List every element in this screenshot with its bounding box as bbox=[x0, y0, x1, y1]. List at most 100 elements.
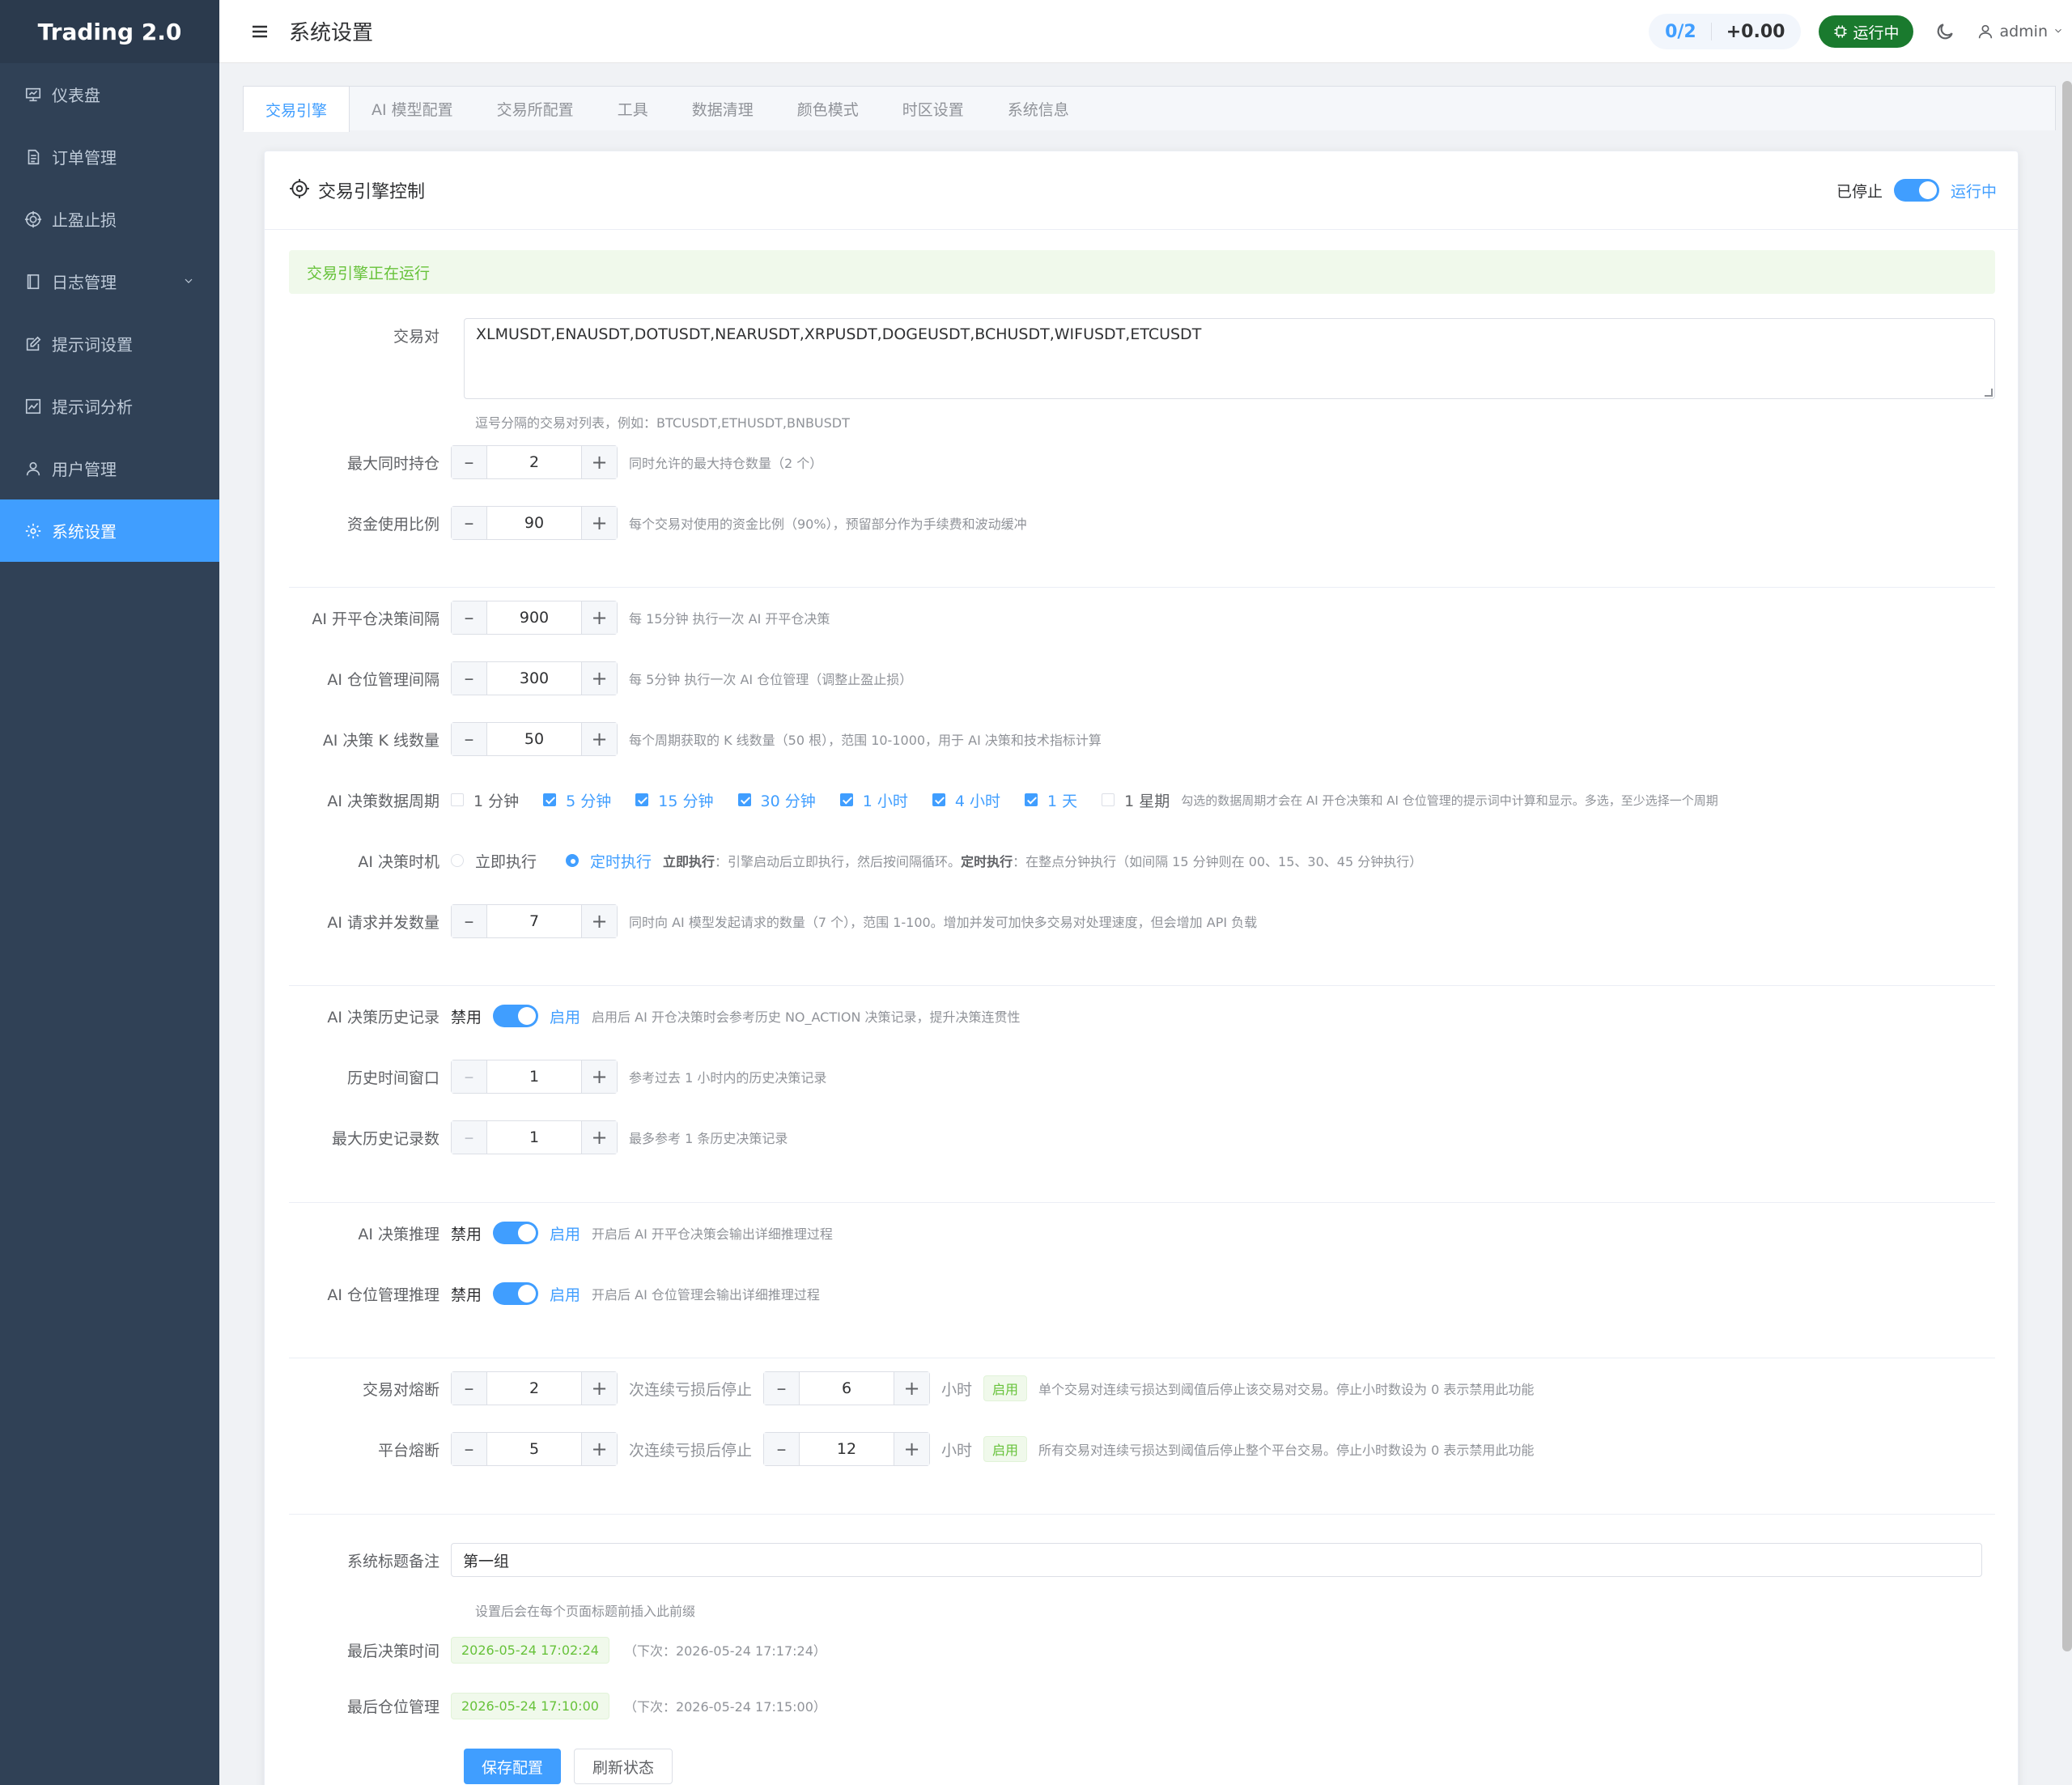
menu-toggle-icon[interactable] bbox=[250, 22, 270, 41]
sidebar-item-orders[interactable]: 订单管理 bbox=[0, 125, 219, 188]
sidebar-item-prompt-analysis[interactable]: 提示词分析 bbox=[0, 375, 219, 437]
checkbox-box[interactable] bbox=[1025, 793, 1038, 806]
tab-ai-model[interactable]: AI 模型配置 bbox=[350, 87, 475, 130]
period-checkbox-1h[interactable]: 1 小时 bbox=[839, 789, 908, 811]
engine-status-button[interactable]: 运行中 bbox=[1819, 15, 1914, 48]
user-menu[interactable]: admin bbox=[1976, 23, 2064, 40]
checkbox-box[interactable] bbox=[1102, 793, 1115, 806]
decrement-button[interactable]: – bbox=[452, 662, 487, 695]
decrement-button[interactable]: – bbox=[452, 723, 487, 755]
sidebar-item-tpsl[interactable]: 止盈止损 bbox=[0, 188, 219, 250]
moon-icon[interactable] bbox=[1934, 21, 1955, 42]
sidebar-item-label: 日志管理 bbox=[52, 273, 117, 292]
increment-button[interactable]: + bbox=[581, 723, 617, 755]
radio-dot[interactable] bbox=[566, 854, 580, 867]
increment-button[interactable]: + bbox=[581, 1433, 617, 1465]
page-title: 系统设置 bbox=[289, 21, 374, 45]
switch-off-label: 禁用 bbox=[451, 1225, 482, 1243]
resize-handle[interactable] bbox=[1985, 389, 1993, 397]
engine-switch-group: 已停止 运行中 bbox=[1836, 179, 1997, 202]
decrement-button[interactable]: – bbox=[764, 1433, 800, 1465]
engine-toggle[interactable] bbox=[1893, 179, 1939, 202]
positions-pnl-pill[interactable]: 0/2 +0.00 bbox=[1649, 14, 1802, 49]
tab-system-info[interactable]: 系统信息 bbox=[986, 87, 1091, 130]
user-icon bbox=[24, 460, 42, 478]
increment-button[interactable]: + bbox=[894, 1372, 930, 1405]
stepper-value[interactable]: 5 bbox=[487, 1433, 581, 1465]
decrement-button[interactable]: – bbox=[452, 446, 487, 478]
stepper-value[interactable]: 1 bbox=[487, 1060, 581, 1093]
title-note-input[interactable]: 第一组 bbox=[451, 1543, 1982, 1577]
checkbox-box[interactable] bbox=[543, 793, 557, 806]
stepper-value[interactable]: 90 bbox=[487, 507, 581, 539]
timing-radio-immediate[interactable]: 立即执行 bbox=[451, 850, 537, 872]
decrement-button[interactable]: – bbox=[452, 1372, 487, 1405]
stepper-value[interactable]: 7 bbox=[487, 905, 581, 937]
stepper-value[interactable]: 900 bbox=[487, 601, 581, 634]
increment-button[interactable]: + bbox=[581, 905, 617, 937]
checkbox-box[interactable] bbox=[737, 793, 751, 806]
decrement-button[interactable]: – bbox=[452, 507, 487, 539]
hint-bold: 定时执行 bbox=[961, 854, 1013, 869]
decrement-button[interactable]: – bbox=[452, 905, 487, 937]
tab-data-cleanup[interactable]: 数据清理 bbox=[670, 87, 775, 130]
pairs-textarea[interactable]: XLMUSDT,ENAUSDT,DOTUSDT,NEARUSDT,XRPUSDT… bbox=[464, 318, 1995, 399]
refresh-status-button[interactable]: 刷新状态 bbox=[574, 1749, 673, 1784]
period-checkbox-5m[interactable]: 5 分钟 bbox=[543, 789, 611, 811]
checkbox-box[interactable] bbox=[839, 793, 853, 806]
chevron-down-icon bbox=[2048, 23, 2064, 40]
period-checkbox-4h[interactable]: 4 小时 bbox=[932, 789, 1000, 811]
page-scrollbar[interactable] bbox=[2062, 81, 2072, 1651]
stepper-value[interactable]: 6 bbox=[800, 1372, 894, 1405]
sidebar-item-dashboard[interactable]: 仪表盘 bbox=[0, 63, 219, 125]
sidebar: Trading 2.0 仪表盘 订单管理 止盈止损 日志管理 提示词设置 提示词… bbox=[0, 0, 219, 1785]
decrement-button[interactable]: – bbox=[452, 1433, 487, 1465]
sidebar-item-label: 提示词分析 bbox=[52, 397, 133, 417]
form-row-pair-breaker: 交易对熔断 – 2 + 次连续亏损后停止 – 6 + 小时 启用 单个交易对连续… bbox=[265, 1371, 2018, 1405]
period-checkbox-1d[interactable]: 1 天 bbox=[1025, 789, 1077, 811]
ai-history-toggle[interactable] bbox=[493, 1005, 539, 1027]
stepper-value[interactable]: 1 bbox=[487, 1121, 581, 1154]
stepper-value[interactable]: 2 bbox=[487, 446, 581, 478]
tab-timezone[interactable]: 时区设置 bbox=[881, 87, 986, 130]
increment-button[interactable]: + bbox=[894, 1433, 930, 1465]
field-hint: 每个周期获取的 K 线数量（50 根），范围 10-1000，用于 AI 决策和… bbox=[629, 733, 1102, 748]
increment-button[interactable]: + bbox=[581, 1372, 617, 1405]
radio-label: 定时执行 bbox=[590, 852, 652, 871]
stepper-value[interactable]: 50 bbox=[487, 723, 581, 755]
stepper-value[interactable]: 300 bbox=[487, 662, 581, 695]
checkbox-box[interactable] bbox=[932, 793, 945, 806]
save-config-button[interactable]: 保存配置 bbox=[464, 1749, 562, 1784]
sidebar-item-settings[interactable]: 系统设置 bbox=[0, 499, 219, 562]
increment-button[interactable]: + bbox=[581, 601, 617, 634]
decrement-button[interactable]: – bbox=[452, 1060, 487, 1093]
increment-button[interactable]: + bbox=[581, 1121, 617, 1154]
tab-color-mode[interactable]: 颜色模式 bbox=[775, 87, 881, 130]
ai-position-reasoning-toggle[interactable] bbox=[493, 1282, 539, 1305]
increment-button[interactable]: + bbox=[581, 662, 617, 695]
radio-dot[interactable] bbox=[451, 854, 464, 867]
increment-button[interactable]: + bbox=[581, 1060, 617, 1093]
tab-tools[interactable]: 工具 bbox=[596, 87, 670, 130]
period-checkbox-1w[interactable]: 1 星期 bbox=[1102, 789, 1170, 811]
sidebar-item-users[interactable]: 用户管理 bbox=[0, 437, 219, 499]
increment-button[interactable]: + bbox=[581, 507, 617, 539]
increment-button[interactable]: + bbox=[581, 446, 617, 478]
period-checkbox-30m[interactable]: 30 分钟 bbox=[737, 789, 816, 811]
period-checkbox-15m[interactable]: 15 分钟 bbox=[635, 789, 714, 811]
timing-radio-scheduled[interactable]: 定时执行 bbox=[566, 850, 652, 872]
sidebar-item-prompt-settings[interactable]: 提示词设置 bbox=[0, 312, 219, 375]
ai-reasoning-toggle[interactable] bbox=[493, 1222, 539, 1244]
sidebar-item-logs[interactable]: 日志管理 bbox=[0, 250, 219, 312]
tab-trading-engine[interactable]: 交易引擎 bbox=[244, 87, 350, 132]
checkbox-box[interactable] bbox=[451, 793, 464, 806]
decrement-button[interactable]: – bbox=[452, 1121, 487, 1154]
stepper-value[interactable]: 12 bbox=[800, 1433, 894, 1465]
ai-open-interval-stepper: – 900 + bbox=[451, 601, 618, 635]
decrement-button[interactable]: – bbox=[452, 601, 487, 634]
period-checkbox-1m[interactable]: 1 分钟 bbox=[451, 789, 519, 811]
decrement-button[interactable]: – bbox=[764, 1372, 800, 1405]
stepper-value[interactable]: 2 bbox=[487, 1372, 581, 1405]
checkbox-box[interactable] bbox=[635, 793, 649, 806]
tab-exchange[interactable]: 交易所配置 bbox=[475, 87, 596, 130]
